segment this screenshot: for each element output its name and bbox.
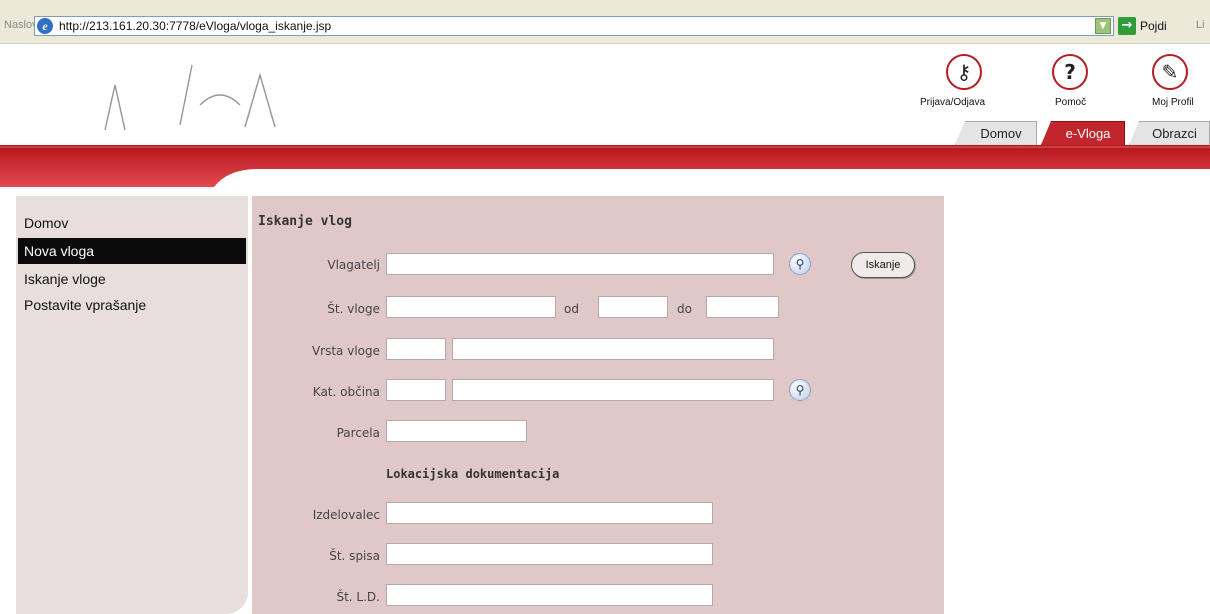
go-button[interactable]: → Pojdi: [1118, 16, 1174, 36]
st-ld-input[interactable]: [386, 584, 713, 606]
key-icon[interactable]: ⚷: [946, 54, 982, 90]
kat-obcina-search-icon[interactable]: ⚲: [789, 379, 811, 401]
vlagatelj-label: Vlagatelj: [327, 258, 380, 272]
izdelovalec-input[interactable]: [386, 502, 713, 524]
sidebar-item-nova-vloga[interactable]: Nova vloga: [18, 238, 246, 264]
od-input[interactable]: [598, 296, 668, 318]
tab-e-vloga[interactable]: e-Vloga: [1041, 121, 1125, 145]
st-spisa-label: Št. spisa: [329, 549, 380, 563]
address-input[interactable]: e http://213.161.20.30:7778/eVloga/vloga…: [34, 16, 1114, 36]
tab-domov[interactable]: Domov: [955, 121, 1037, 145]
internet-explorer-icon: e: [37, 18, 53, 34]
sidebar-item-iskanje-vloge[interactable]: Iskanje vloge: [18, 266, 246, 292]
kat-obcina-name-input[interactable]: [452, 379, 774, 401]
st-ld-label: Št. L.D.: [336, 590, 380, 604]
site-logo-art: [20, 45, 440, 135]
izdelovalec-label: Izdelovalec: [312, 508, 380, 522]
do-label: do: [677, 302, 692, 316]
vrsta-vloge-name-input[interactable]: [452, 338, 774, 360]
vlagatelj-input[interactable]: [386, 253, 774, 275]
sidebar-item-postavite-vprasanje[interactable]: Postavite vprašanje: [18, 292, 246, 318]
st-spisa-input[interactable]: [386, 543, 713, 565]
parcela-label: Parcela: [336, 426, 380, 440]
do-input[interactable]: [706, 296, 779, 318]
address-label: Naslov: [4, 19, 38, 31]
page-title: Iskanje vlog: [258, 214, 352, 229]
browser-address-bar: Naslov e http://213.161.20.30:7778/eVlog…: [0, 0, 1210, 44]
kat-obcina-label: Kat. občina: [312, 385, 380, 399]
vlagatelj-search-icon[interactable]: ⚲: [789, 253, 811, 275]
address-url: http://213.161.20.30:7778/eVloga/vloga_i…: [59, 19, 332, 33]
help-icon[interactable]: ?: [1052, 54, 1088, 90]
sidebar: Domov Nova vloga Iskanje vloge Postavite…: [16, 196, 248, 614]
go-label: Pojdi: [1140, 19, 1167, 33]
my-profile-label[interactable]: Moj Profil: [1152, 97, 1194, 108]
st-vloge-input[interactable]: [386, 296, 556, 318]
vrsta-vloge-code-input[interactable]: [386, 338, 446, 360]
profile-icon[interactable]: ✎: [1152, 54, 1188, 90]
section-title-lokacijska: Lokacijska dokumentacija: [386, 467, 560, 481]
vrsta-vloge-label: Vrsta vloge: [311, 344, 380, 358]
kat-obcina-code-input[interactable]: [386, 379, 446, 401]
help-label[interactable]: Pomoč: [1055, 97, 1086, 108]
sidebar-item-domov[interactable]: Domov: [18, 210, 246, 236]
header-red-band: [0, 145, 1210, 187]
links-label[interactable]: Li: [1196, 19, 1205, 31]
st-vloge-label: Št. vloge: [327, 302, 380, 316]
parcela-input[interactable]: [386, 420, 527, 442]
go-arrow-icon: →: [1118, 17, 1136, 35]
chevron-down-icon[interactable]: ▼: [1095, 18, 1111, 34]
search-button[interactable]: Iskanje: [851, 252, 915, 278]
login-logout-label[interactable]: Prijava/Odjava: [920, 97, 985, 108]
od-label: od: [564, 302, 579, 316]
tab-obrazci[interactable]: Obrazci: [1129, 121, 1210, 145]
